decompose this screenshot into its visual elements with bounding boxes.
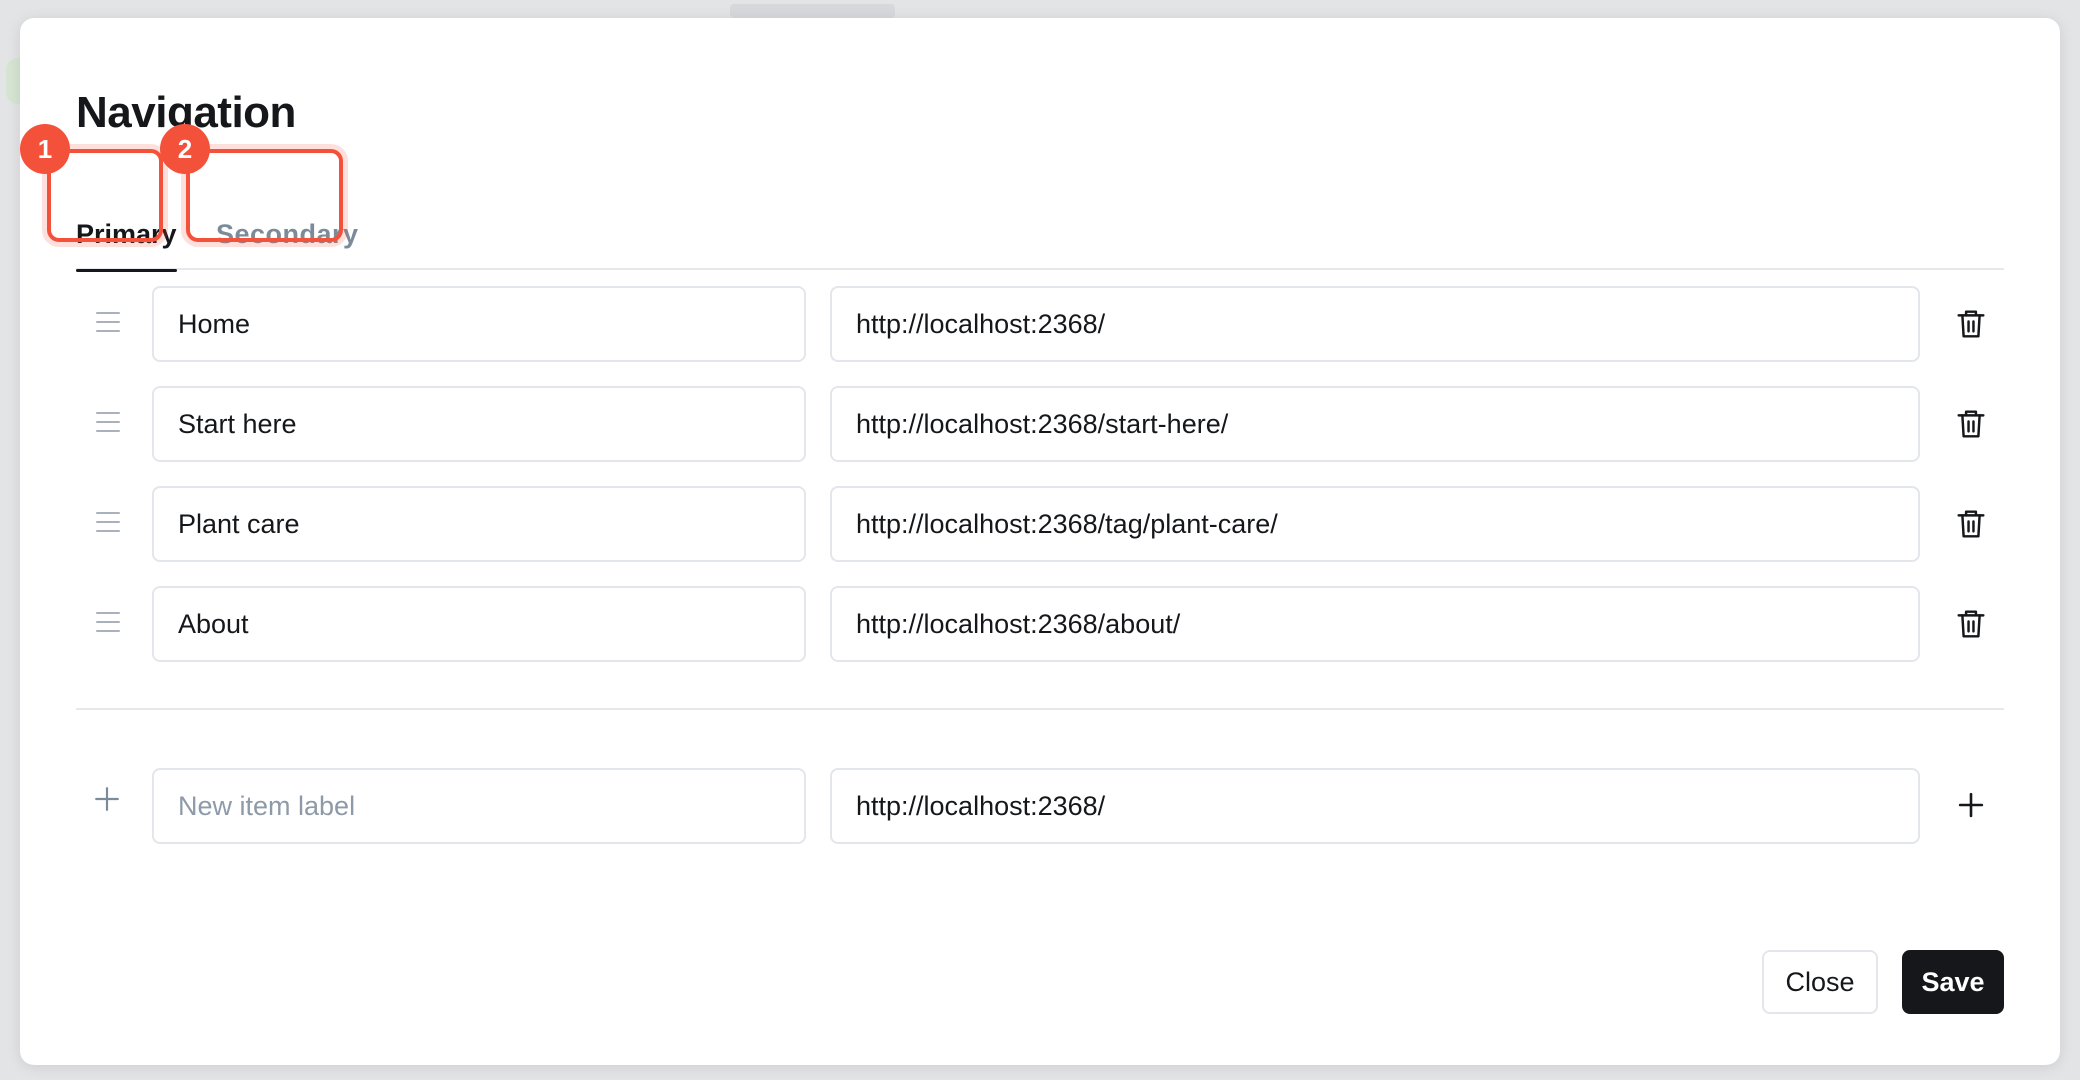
annotation-badge-1: 1 (20, 124, 70, 174)
drag-handle-icon[interactable] (96, 612, 120, 634)
add-item-plus-icon[interactable] (1958, 792, 1984, 818)
item-url-input[interactable] (830, 486, 1920, 562)
close-button[interactable]: Close (1762, 950, 1878, 1014)
background-title-hint (730, 4, 895, 18)
trash-icon[interactable] (1956, 308, 1986, 340)
plus-icon (95, 787, 119, 811)
item-url-input[interactable] (830, 586, 1920, 662)
new-item-url-input[interactable] (830, 768, 1920, 844)
item-label-input[interactable] (152, 386, 806, 462)
trash-icon[interactable] (1956, 408, 1986, 440)
item-label-input[interactable] (152, 486, 806, 562)
new-item-label-input[interactable] (152, 768, 806, 844)
nav-item-row (76, 486, 2004, 562)
annotation-badge-2: 2 (160, 124, 210, 174)
trash-icon[interactable] (1956, 508, 1986, 540)
tab-bar: Primary Secondary (76, 178, 2004, 272)
drag-handle-icon[interactable] (96, 412, 120, 434)
nav-item-row (76, 286, 2004, 362)
drag-handle-icon[interactable] (96, 512, 120, 534)
drag-handle-icon[interactable] (96, 312, 120, 334)
item-url-input[interactable] (830, 386, 1920, 462)
item-label-input[interactable] (152, 586, 806, 662)
nav-item-row (76, 586, 2004, 662)
new-item-row (76, 768, 2004, 844)
item-label-input[interactable] (152, 286, 806, 362)
section-divider (76, 708, 2004, 710)
tab-secondary-highlight (186, 149, 343, 242)
nav-item-row (76, 386, 2004, 462)
save-button[interactable]: Save (1902, 950, 2004, 1014)
trash-icon[interactable] (1956, 608, 1986, 640)
item-url-input[interactable] (830, 286, 1920, 362)
